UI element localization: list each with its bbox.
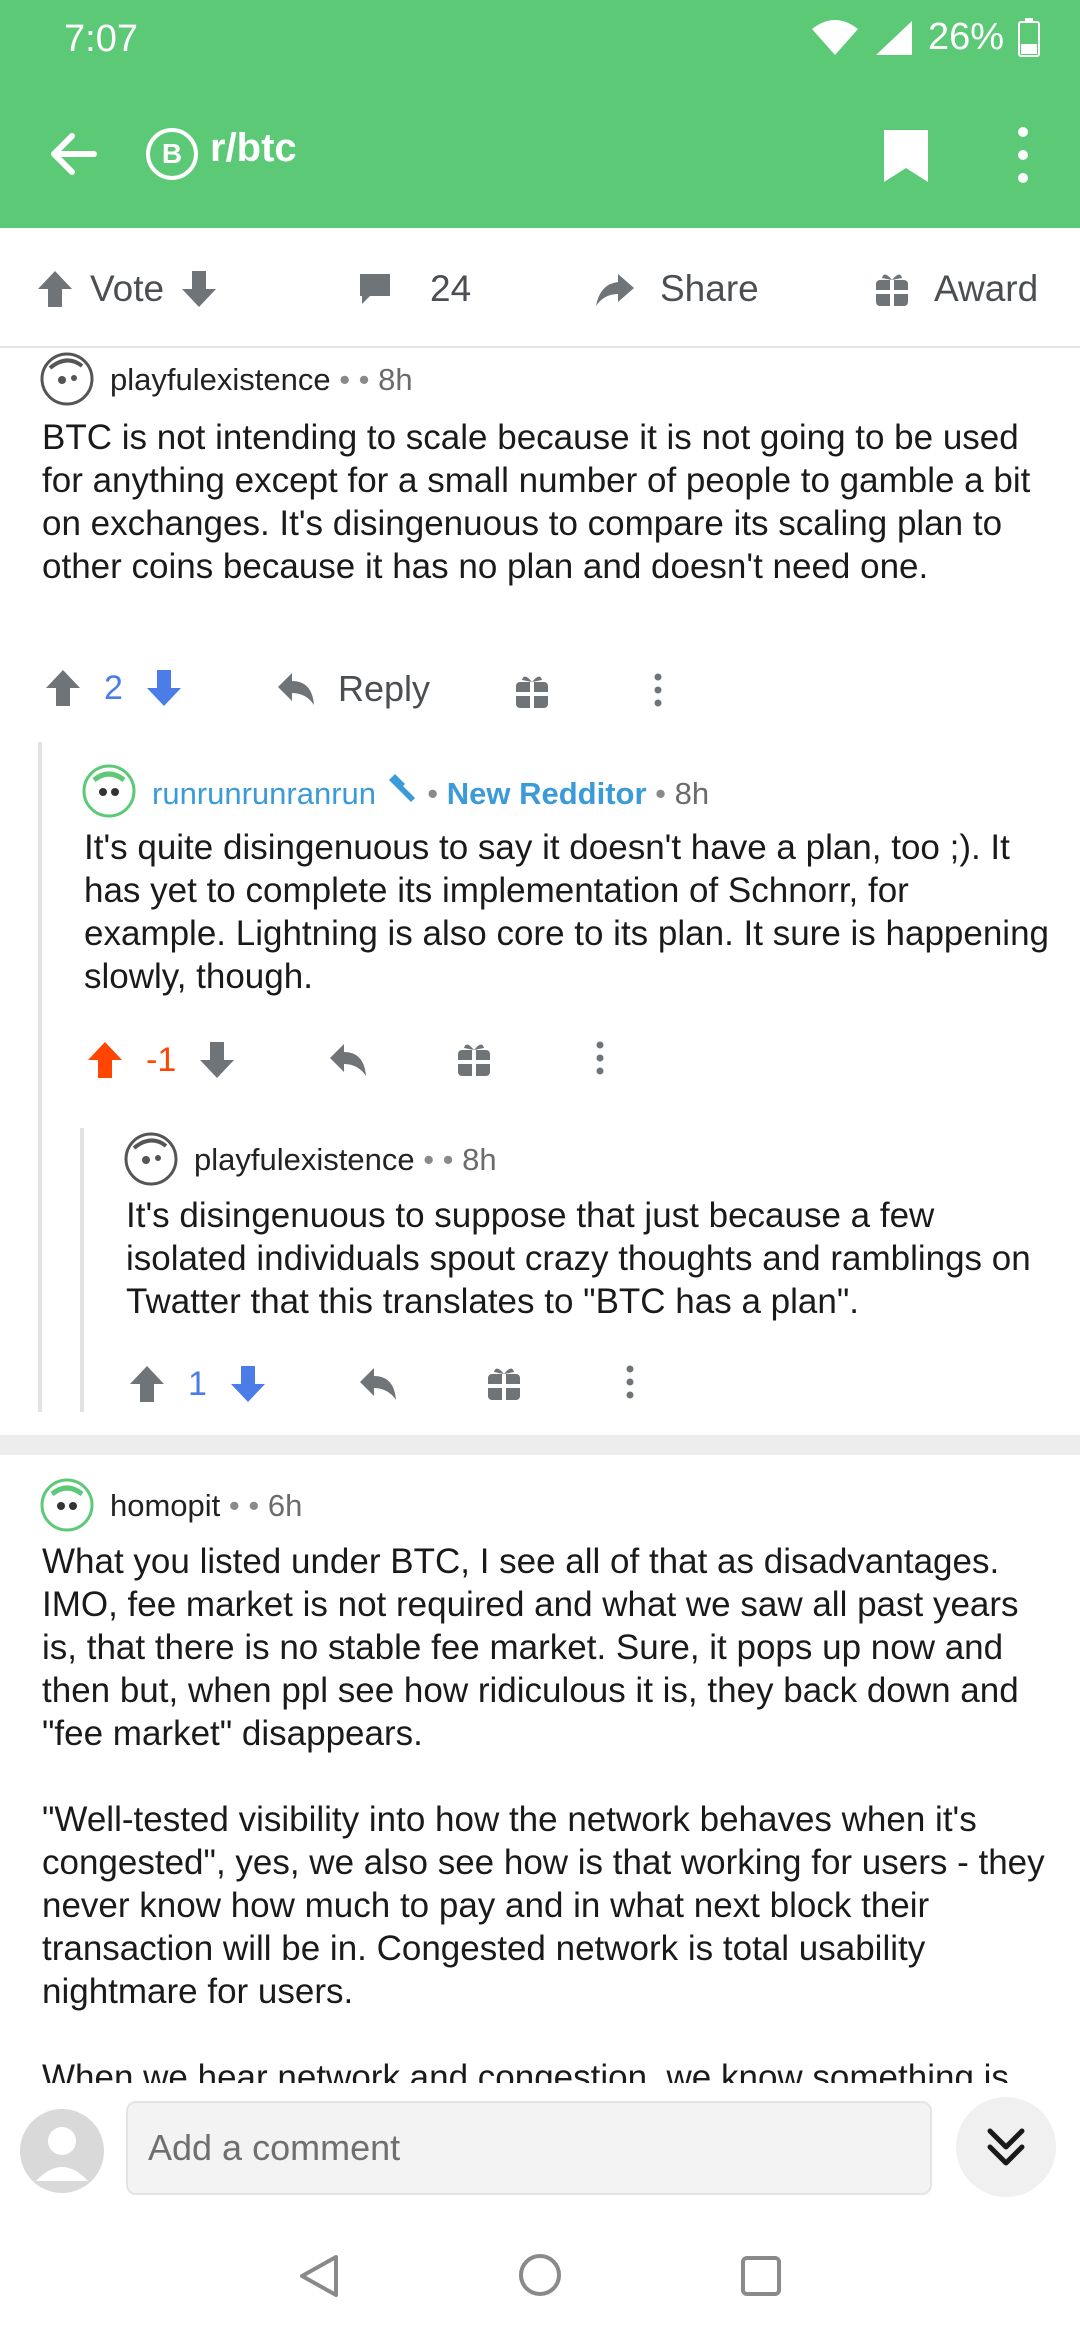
upvote-icon[interactable] <box>86 1040 124 1080</box>
award-button[interactable]: Award <box>874 268 1038 310</box>
comments-button[interactable]: 24 <box>356 268 471 310</box>
gift-icon[interactable] <box>486 1364 522 1402</box>
downvote-icon[interactable] <box>145 668 183 708</box>
status-indicators: 26% <box>810 16 1040 59</box>
thread-line <box>38 742 42 1412</box>
share-button[interactable]: Share <box>594 268 759 310</box>
comment-icon <box>360 274 390 304</box>
user-avatar-icon[interactable] <box>40 352 94 406</box>
comment-score: 2 <box>104 668 123 707</box>
battery-percent: 26% <box>927 16 1004 58</box>
comment-score: 1 <box>188 1364 207 1403</box>
app-header: 7:07 26% B r/btc <box>0 0 1080 228</box>
user-avatar-icon[interactable] <box>124 1132 178 1186</box>
gift-icon[interactable] <box>514 672 550 710</box>
thread-line <box>80 1128 84 1412</box>
post-action-bar: Vote 24 Share Award <box>0 228 1080 348</box>
user-avatar-icon[interactable] <box>40 1478 94 1532</box>
reply-label: Reply <box>338 668 431 709</box>
downvote-icon[interactable] <box>180 269 218 309</box>
gift-icon <box>876 274 908 306</box>
award-label: Award <box>934 268 1039 309</box>
reply-icon[interactable] <box>358 1366 398 1402</box>
thread-divider <box>0 1435 1080 1455</box>
reply-button[interactable]: Reply <box>276 668 430 710</box>
subreddit-name[interactable]: r/btc <box>210 126 297 171</box>
comment-count: 24 <box>430 268 472 309</box>
vote-label: Vote <box>90 268 165 309</box>
upvote-icon[interactable] <box>44 668 82 708</box>
system-navigation-bar <box>0 2205 1080 2340</box>
comment-body: BTC is not intending to scale because it… <box>42 418 1031 586</box>
comment-time: 8h <box>674 776 710 811</box>
subreddit-icon[interactable]: B <box>146 128 198 180</box>
signal-icon <box>875 20 912 55</box>
more-options-icon[interactable] <box>624 1364 636 1400</box>
nav-recents-icon[interactable] <box>740 2255 782 2297</box>
gift-icon[interactable] <box>456 1040 492 1078</box>
new-redditor-flair: New Redditor <box>446 776 647 811</box>
more-options-icon[interactable] <box>652 672 664 708</box>
comment-paragraph: When we hear network and congestion, we … <box>42 2058 1009 2083</box>
comment-meta: playfulexistence • • 8h <box>194 1142 497 1177</box>
comment-composer: Add a comment <box>0 2085 1080 2205</box>
comment-vote-control: -1 <box>86 1040 236 1080</box>
wifi-icon <box>811 19 858 55</box>
double-chevron-down-icon <box>987 2128 1025 2166</box>
avatar-placeholder-icon[interactable] <box>20 2109 104 2193</box>
comment-author[interactable]: playfulexistence <box>194 1142 415 1177</box>
comment-author[interactable]: runrunrunranrun <box>152 776 376 811</box>
downvote-icon[interactable] <box>229 1364 267 1404</box>
comment-paragraph: "Well-tested visibility into how the net… <box>42 1800 1045 2011</box>
reply-icon <box>278 673 314 705</box>
comment-time: 8h <box>462 1142 497 1177</box>
downvote-icon[interactable] <box>198 1040 236 1080</box>
comment-paragraph: What you listed under BTC, I see all of … <box>42 1542 1019 1753</box>
status-time: 7:07 <box>64 18 138 60</box>
bookmark-icon[interactable] <box>880 126 932 186</box>
comment-vote-control: 1 <box>128 1364 267 1404</box>
share-icon <box>596 274 634 306</box>
comment-body: It's disingenuous to suppose that just b… <box>126 1196 1031 1321</box>
user-avatar-icon[interactable] <box>82 764 136 818</box>
comment-score: -1 <box>146 1040 177 1079</box>
comment-body: It's quite disingenuous to say it doesn'… <box>84 828 1050 996</box>
comment-meta: homopit • • 6h <box>110 1488 303 1523</box>
upvote-icon[interactable] <box>36 269 74 309</box>
nav-home-icon[interactable] <box>518 2253 562 2297</box>
jump-to-next-button[interactable] <box>956 2097 1056 2197</box>
comment-author[interactable]: playfulexistence <box>110 362 331 397</box>
more-options-icon[interactable] <box>1006 124 1040 186</box>
battery-icon <box>1018 17 1040 57</box>
share-label: Share <box>660 268 759 309</box>
comment-body: What you listed under BTC, I see all of … <box>42 1540 1058 2083</box>
reply-icon[interactable] <box>328 1042 368 1078</box>
more-options-icon[interactable] <box>594 1040 606 1076</box>
comment-vote-control: 2 <box>44 668 183 708</box>
nav-back-icon[interactable] <box>298 2253 340 2299</box>
back-arrow-icon[interactable] <box>44 124 104 184</box>
add-comment-input[interactable]: Add a comment <box>126 2101 932 2195</box>
upvote-icon[interactable] <box>128 1364 166 1404</box>
comment-author[interactable]: homopit <box>110 1488 220 1523</box>
comment-meta: runrunrunranrun • New Redditor • 8h <box>152 774 710 811</box>
vote-control: Vote <box>36 268 218 310</box>
wrench-icon <box>388 774 415 802</box>
comment-meta: playfulexistence • • 8h <box>110 362 413 397</box>
comment-time: 6h <box>267 1488 303 1523</box>
comment-time: 8h <box>378 362 413 397</box>
